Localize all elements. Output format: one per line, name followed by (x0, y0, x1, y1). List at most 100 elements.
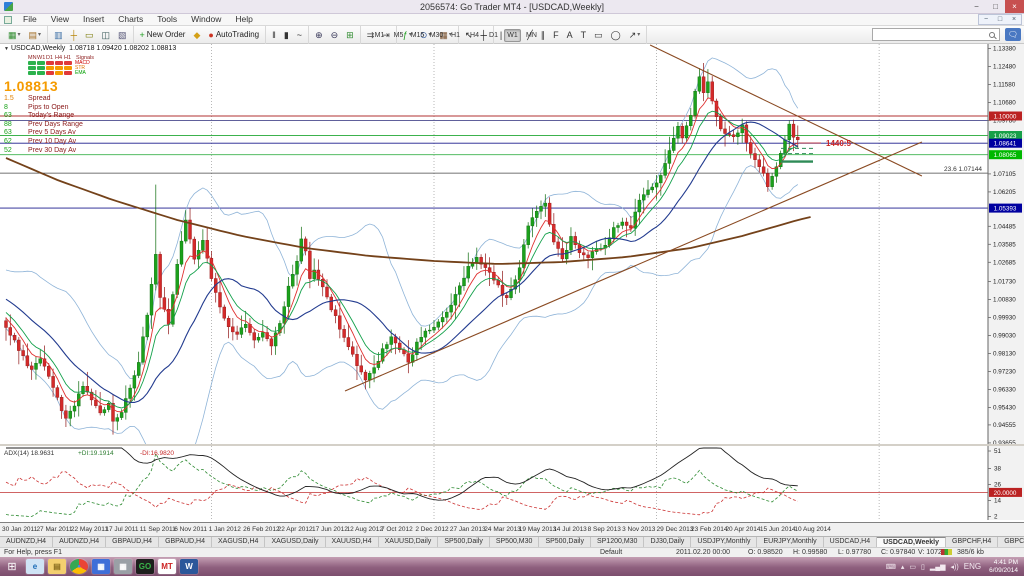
fibonacci-button[interactable]: F (550, 28, 562, 42)
tray-touch-keyboard-icon[interactable]: ⌨ (886, 563, 896, 571)
chart-tab-sp500-m30[interactable]: SP500,M30 (490, 537, 540, 547)
zoom-out-button[interactable]: ⊖ (328, 28, 342, 42)
timeframe-h1-button[interactable]: H1 (447, 29, 464, 42)
date-label: 2 Dec 2012 (415, 526, 448, 533)
data-window-button[interactable]: ◫ (98, 28, 113, 42)
candlestick-chart-button[interactable]: ▮ (281, 28, 292, 42)
mdi-minimize-button[interactable]: − (979, 15, 993, 24)
navigator-button[interactable]: ┼ (68, 28, 80, 42)
timeframe-m30-button[interactable]: M30 (428, 29, 445, 42)
chart-tab-sp500-daily[interactable]: SP500,Daily (539, 537, 591, 547)
chart-tab-gbpchf-h4[interactable]: GBPCHF,H4 (946, 537, 998, 547)
candle-body (531, 218, 534, 226)
tray-network-icon[interactable]: ▂▄▆ (930, 563, 946, 571)
chart-tab-dj30-daily[interactable]: DJ30,Daily (644, 537, 691, 547)
new-chart-button[interactable]: ▦▾ (5, 28, 24, 42)
terminal-button[interactable]: ▭ (82, 28, 97, 42)
autotrading-button[interactable]: ●AutoTrading (205, 28, 262, 42)
mdi-restore-button[interactable]: □ (993, 15, 1007, 24)
chart-tab-xauusd-h4[interactable]: XAUUSD,H4 (326, 537, 379, 547)
maximize-button[interactable]: □ (986, 0, 1005, 13)
timeframe-w1-button[interactable]: W1 (504, 29, 521, 42)
timeframe-h4-button[interactable]: H4 (466, 29, 483, 42)
taskbar-mt4-icon[interactable]: MT (158, 559, 176, 574)
chart-tab-gbpaud-h4[interactable]: GBPAUD,H4 (106, 537, 159, 547)
chart-tab-usdcad-weekly[interactable]: USDCAD,Weekly (877, 537, 946, 547)
chart-tab-sp1200-m30[interactable]: SP1200,M30 (591, 537, 644, 547)
tray-power-icon[interactable]: ▯ (921, 563, 925, 571)
new-order-label: New Order (147, 30, 186, 39)
tray-show-hidden-icons-icon[interactable]: ▴ (901, 563, 905, 571)
taskbar-go-trader-icon[interactable]: GO (136, 559, 154, 574)
menu-insert[interactable]: Insert (76, 14, 111, 24)
arrows-button[interactable]: ↗▾ (626, 28, 644, 42)
market-watch-button[interactable]: ▥ (51, 28, 66, 42)
text-button[interactable]: A (564, 28, 576, 42)
rectangle-button[interactable]: ▭ (591, 28, 606, 42)
minimize-button[interactable]: − (967, 0, 986, 13)
candle-body (22, 351, 25, 356)
tile-windows-button[interactable]: ⊞ (343, 28, 357, 42)
tray-clock[interactable]: 4:41 PM6/09/2014 (989, 559, 1018, 574)
candle-body (582, 253, 585, 255)
line-chart-button[interactable]: ~ (294, 28, 305, 42)
help-chat-icon[interactable]: 🗨 (1005, 28, 1021, 41)
chart-tab-gbpchf-h4[interactable]: GBPCHF,H4 (998, 537, 1024, 547)
tray-volume-icon[interactable]: ◂)) (951, 563, 959, 571)
taskbar-word-icon[interactable]: W (180, 559, 198, 574)
menu-file[interactable]: File (16, 14, 44, 24)
zoom-in-button[interactable]: ⊕ (312, 28, 326, 42)
strategy-tester-button[interactable]: ▧ (115, 28, 130, 42)
toolbar-search-input[interactable] (873, 29, 989, 40)
status-profile[interactable]: Default (600, 549, 622, 556)
text-icon: A (567, 28, 573, 42)
taskbar-internet-explorer-icon[interactable]: e (26, 559, 44, 574)
menu-charts[interactable]: Charts (111, 14, 150, 24)
taskbar-photos-icon[interactable]: ▦ (114, 559, 132, 574)
taskbar-calculator-icon[interactable]: ▦ (92, 559, 110, 574)
timeframe-m1-button[interactable]: M1 (371, 29, 388, 42)
chart-tab-xagusd-daily[interactable]: XAGUSD,Daily (265, 537, 325, 547)
date-label: 3 Nov 2013 (622, 526, 655, 533)
chart-tab-audnzd-h4[interactable]: AUDNZD,H4 (53, 537, 106, 547)
timeframe-m5-button[interactable]: M5 (390, 29, 407, 42)
metaeditor-button[interactable]: ◆ (190, 28, 203, 42)
status-high: H: 0.99580 (793, 549, 827, 556)
price-tick-label: 0.98130 (993, 351, 1016, 358)
chart-tab-xagusd-h4[interactable]: XAGUSD,H4 (212, 537, 265, 547)
chart-tab-audnzd-h4[interactable]: AUDNZD,H4 (0, 537, 53, 547)
start-button[interactable]: ⊞ (0, 557, 24, 576)
chart-tab-usdcad-h4[interactable]: USDCAD,H4 (824, 537, 877, 547)
chart-tab-xauusd-daily[interactable]: XAUUSD,Daily (379, 537, 439, 547)
menu-window[interactable]: Window (184, 14, 228, 24)
timeframe-m15-button[interactable]: M15 (409, 29, 426, 42)
candle-body (13, 335, 16, 340)
chart-tab-eurjpy-monthly[interactable]: EURJPY,Monthly (757, 537, 823, 547)
menu-tools[interactable]: Tools (150, 14, 184, 24)
line-chart-icon: ~ (297, 28, 302, 42)
chart-tab-usdjpy-monthly[interactable]: USDJPY,Monthly (691, 537, 757, 547)
taskbar-file-explorer-icon[interactable]: ▤ (48, 559, 66, 574)
tray-monitor-icon[interactable]: ▭ (909, 563, 916, 571)
candle-body (236, 332, 239, 335)
mdi-close-button[interactable]: × (1007, 15, 1021, 24)
candle-body (257, 337, 260, 340)
candle-body (454, 294, 457, 305)
adx-label: +DI:19.1914 (78, 450, 114, 457)
menu-view[interactable]: View (44, 14, 76, 24)
chart-tab-gbpaud-h4[interactable]: GBPAUD,H4 (159, 537, 212, 547)
timeframe-mn-button[interactable]: MN (523, 29, 540, 42)
profiles-button[interactable]: ▤▾ (26, 28, 45, 42)
price-chart[interactable]: 23.6 1.071441440:51.133801.124801.115801… (0, 44, 1024, 444)
adx-indicator-panel[interactable]: ADX(14) 18.9631+DI:19.1914-DI:16.9820513… (0, 444, 1024, 520)
text-label-button[interactable]: T (578, 28, 590, 42)
chart-tab-sp500-daily[interactable]: SP500,Daily (438, 537, 490, 547)
bar-chart-button[interactable]: ‖ (269, 28, 279, 42)
close-button[interactable]: × (1005, 0, 1024, 13)
timeframe-d1-button[interactable]: D1 (485, 29, 502, 42)
menu-help[interactable]: Help (228, 14, 259, 24)
taskbar-chrome-icon[interactable]: ● (70, 559, 88, 574)
tray-language[interactable]: ENG (964, 562, 981, 571)
new-order-button[interactable]: +New Order (137, 28, 189, 42)
ellipse-button[interactable]: ◯ (608, 28, 624, 42)
